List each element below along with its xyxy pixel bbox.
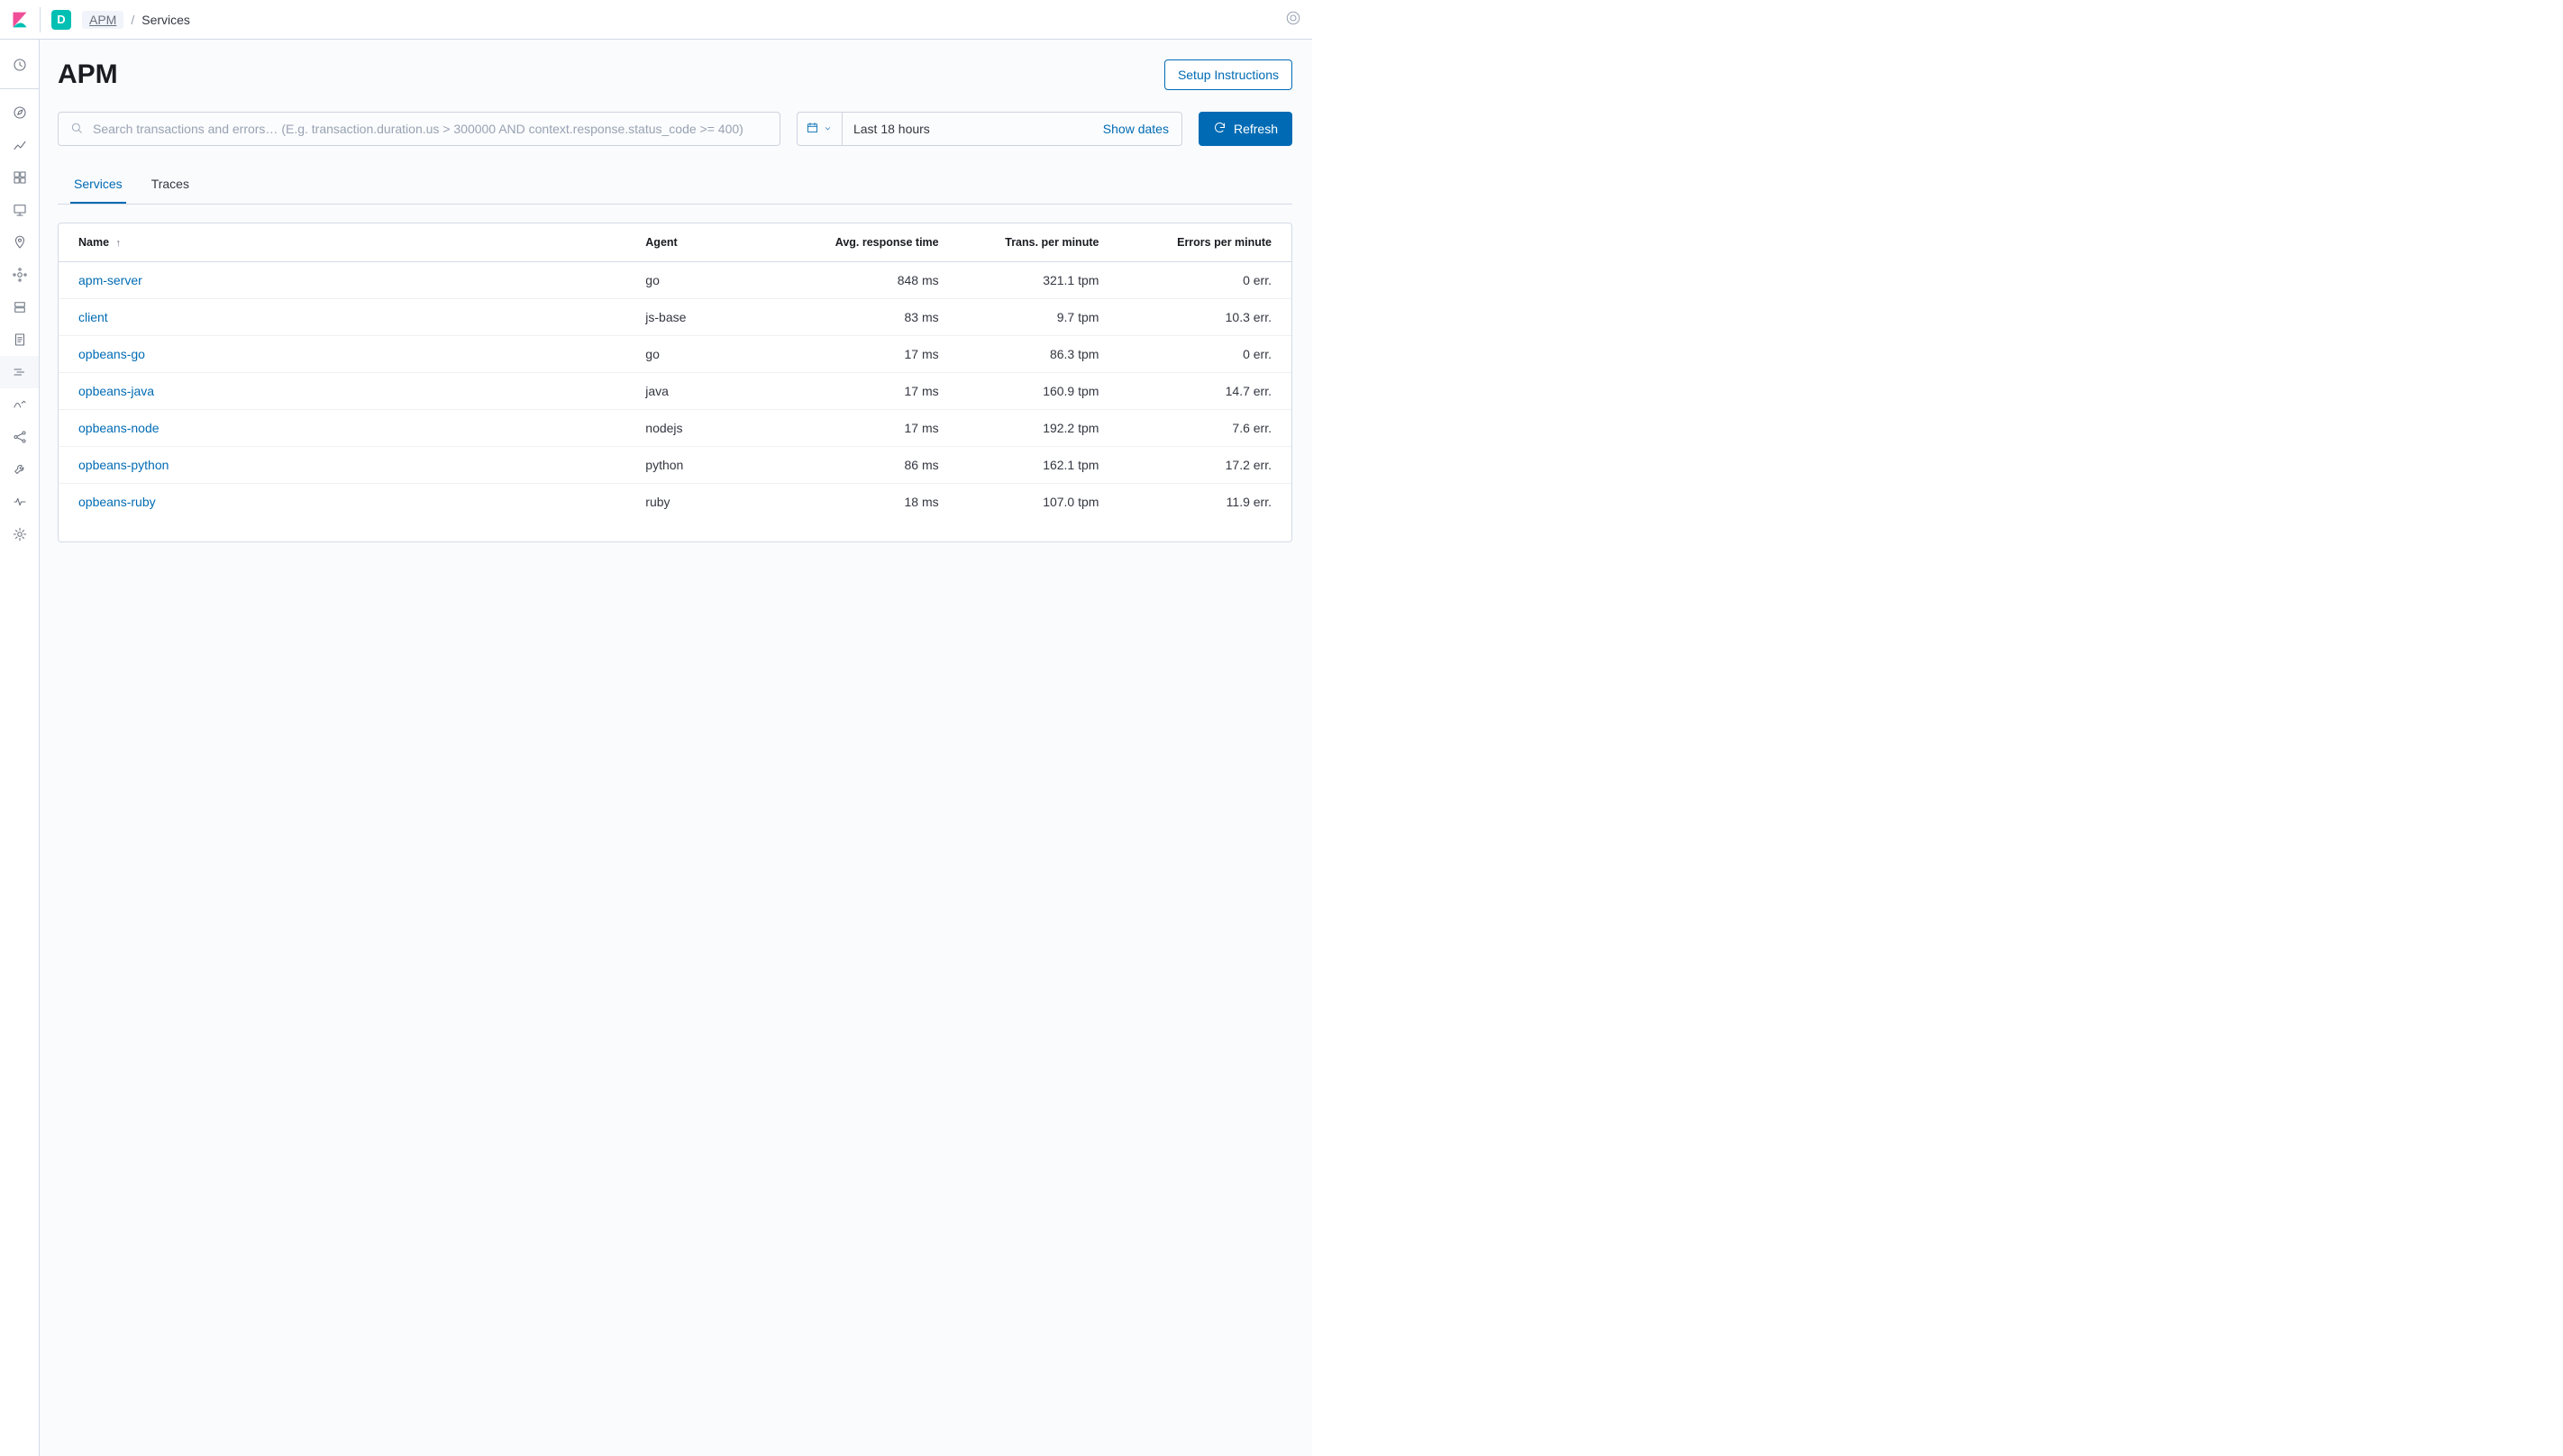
cell-tpm: 9.7 tpm (959, 299, 1119, 336)
page-title: APM (58, 59, 118, 90)
tab-traces[interactable]: Traces (148, 166, 193, 204)
date-picker: Last 18 hours Show dates (797, 112, 1182, 146)
breadcrumb-current: Services (141, 13, 190, 27)
help-icon[interactable] (1285, 10, 1301, 29)
topbar: D APM / Services (0, 0, 1312, 40)
sort-asc-icon: ↑ (116, 238, 122, 249)
cell-agent: java (625, 373, 786, 410)
col-avg-response[interactable]: Avg. response time (786, 223, 959, 262)
table-row: opbeans-go go17 ms86.3 tpm0 err. (59, 336, 1291, 373)
sidenav (0, 40, 40, 1456)
table-row: apm-server go848 ms321.1 tpm0 err. (59, 262, 1291, 299)
cell-epm: 11.9 err. (1118, 484, 1291, 521)
sidenav-uptime-icon[interactable] (0, 388, 39, 421)
services-table: Name ↑ Agent Avg. response time Trans. p… (59, 223, 1291, 520)
cell-tpm: 162.1 tpm (959, 447, 1119, 484)
cell-agent: nodejs (625, 410, 786, 447)
cell-avg-resp: 86 ms (786, 447, 959, 484)
service-link[interactable]: opbeans-node (78, 421, 160, 435)
cell-tpm: 86.3 tpm (959, 336, 1119, 373)
cell-epm: 17.2 err. (1118, 447, 1291, 484)
service-link[interactable]: opbeans-go (78, 347, 145, 361)
cell-epm: 0 err. (1118, 336, 1291, 373)
cell-avg-resp: 17 ms (786, 410, 959, 447)
sidenav-dashboard-icon[interactable] (0, 161, 39, 194)
cell-agent: js-base (625, 299, 786, 336)
table-row: opbeans-java java17 ms160.9 tpm14.7 err. (59, 373, 1291, 410)
service-link[interactable]: client (78, 310, 108, 324)
divider (40, 7, 41, 32)
col-name-label: Name (78, 236, 109, 249)
breadcrumb: APM / Services (82, 11, 190, 29)
refresh-button[interactable]: Refresh (1199, 112, 1292, 146)
sidenav-monitoring-icon[interactable] (0, 486, 39, 518)
search-input[interactable] (93, 122, 769, 136)
sidenav-recent-icon[interactable] (0, 49, 39, 81)
breadcrumb-separator: / (131, 13, 134, 27)
cell-agent: go (625, 336, 786, 373)
cell-epm: 14.7 err. (1118, 373, 1291, 410)
refresh-icon (1213, 121, 1227, 137)
col-name[interactable]: Name ↑ (59, 223, 625, 262)
show-dates-link[interactable]: Show dates (1090, 122, 1181, 136)
cell-agent: go (625, 262, 786, 299)
cell-agent: python (625, 447, 786, 484)
service-link[interactable]: opbeans-python (78, 458, 169, 472)
sidenav-discover-icon[interactable] (0, 96, 39, 129)
sidenav-infra-icon[interactable] (0, 291, 39, 323)
setup-instructions-button[interactable]: Setup Instructions (1164, 59, 1292, 90)
cell-epm: 7.6 err. (1118, 410, 1291, 447)
sidenav-apm-icon[interactable] (0, 356, 39, 388)
date-picker-button[interactable] (798, 113, 843, 145)
cell-tpm: 160.9 tpm (959, 373, 1119, 410)
tabs: Services Traces (58, 166, 1292, 205)
date-range-label[interactable]: Last 18 hours (843, 122, 1090, 136)
cell-avg-resp: 17 ms (786, 373, 959, 410)
refresh-label: Refresh (1234, 122, 1278, 136)
cell-avg-resp: 83 ms (786, 299, 959, 336)
chevron-down-icon (823, 122, 833, 136)
cell-tpm: 321.1 tpm (959, 262, 1119, 299)
sidenav-maps-icon[interactable] (0, 226, 39, 259)
cell-avg-resp: 17 ms (786, 336, 959, 373)
sidenav-visualize-icon[interactable] (0, 129, 39, 161)
sidenav-canvas-icon[interactable] (0, 194, 39, 226)
sidenav-management-icon[interactable] (0, 518, 39, 551)
cell-tpm: 192.2 tpm (959, 410, 1119, 447)
cell-epm: 0 err. (1118, 262, 1291, 299)
cell-avg-resp: 848 ms (786, 262, 959, 299)
cell-epm: 10.3 err. (1118, 299, 1291, 336)
table-row: opbeans-python python86 ms162.1 tpm17.2 e… (59, 447, 1291, 484)
table-row: client js-base83 ms9.7 tpm10.3 err. (59, 299, 1291, 336)
divider (0, 88, 39, 89)
cell-agent: ruby (625, 484, 786, 521)
cell-avg-resp: 18 ms (786, 484, 959, 521)
search-icon (69, 121, 84, 138)
col-epm[interactable]: Errors per minute (1118, 223, 1291, 262)
sidenav-ml-icon[interactable] (0, 259, 39, 291)
service-link[interactable]: opbeans-java (78, 384, 154, 398)
table-row: opbeans-node nodejs17 ms192.2 tpm7.6 err. (59, 410, 1291, 447)
breadcrumb-root-link[interactable]: APM (82, 11, 123, 29)
tab-services[interactable]: Services (70, 166, 126, 204)
services-panel: Name ↑ Agent Avg. response time Trans. p… (58, 223, 1292, 542)
col-tpm[interactable]: Trans. per minute (959, 223, 1119, 262)
sidenav-graph-icon[interactable] (0, 421, 39, 453)
search-box[interactable] (58, 112, 780, 146)
cell-tpm: 107.0 tpm (959, 484, 1119, 521)
table-row: opbeans-ruby ruby18 ms107.0 tpm11.9 err. (59, 484, 1291, 521)
kibana-logo-icon[interactable] (11, 11, 29, 29)
sidenav-devtools-icon[interactable] (0, 453, 39, 486)
service-link[interactable]: opbeans-ruby (78, 495, 156, 509)
sidenav-logs-icon[interactable] (0, 323, 39, 356)
space-selector[interactable]: D (51, 10, 71, 30)
calendar-icon (806, 121, 819, 137)
service-link[interactable]: apm-server (78, 273, 142, 287)
col-agent[interactable]: Agent (625, 223, 786, 262)
